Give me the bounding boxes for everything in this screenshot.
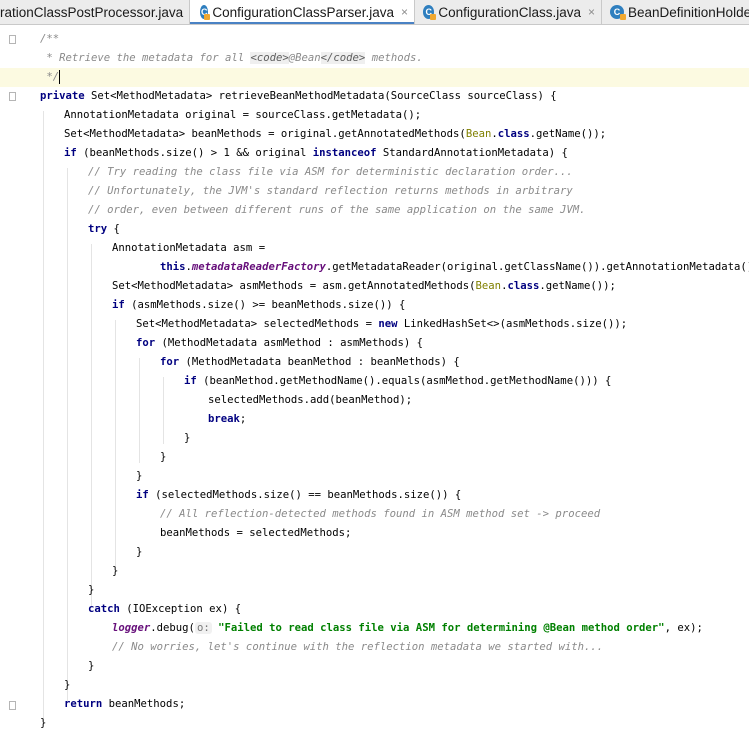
code-line: beanMethods = selectedMethods; xyxy=(160,527,352,539)
code-line: } xyxy=(184,432,191,444)
close-icon[interactable]: × xyxy=(588,5,595,19)
code-line: } xyxy=(64,679,71,691)
code-line: } xyxy=(112,565,119,577)
tab-label: BeanDefinitionHolder xyxy=(628,4,749,20)
code-line: catch (IOException ex) { xyxy=(88,603,242,615)
code-line-current: */ xyxy=(0,68,749,87)
code-line: Set<MethodMetadata> beanMethods = origin… xyxy=(64,128,607,140)
code-line: // order, even between different runs of… xyxy=(88,204,586,216)
code-line: } xyxy=(88,584,95,596)
code-line: // All reflection-detected methods found… xyxy=(160,508,601,520)
code-editor[interactable]: /** * Retrieve the metadata for all <cod… xyxy=(0,25,749,736)
code-line: } xyxy=(136,546,143,558)
code-line: this.metadataReaderFactory.getMetadataRe… xyxy=(160,261,749,273)
tab-post-processor[interactable]: rationClassPostProcessor.java × xyxy=(0,0,197,24)
code-line: } xyxy=(88,660,95,672)
code-line: } xyxy=(160,451,167,463)
parameter-hint: o: xyxy=(194,622,212,634)
code-line: break; xyxy=(208,413,247,425)
class-icon: C xyxy=(423,5,437,20)
code-line: private Set<MethodMetadata> retrieveBean… xyxy=(40,90,557,102)
code-line: // Unfortunately, the JVM's standard ref… xyxy=(88,185,573,197)
tab-bean-definition-holder[interactable]: C BeanDefinitionHolder xyxy=(602,0,749,24)
code-line: selectedMethods.add(beanMethod); xyxy=(208,394,413,406)
tab-label: rationClassPostProcessor.java xyxy=(0,4,184,20)
code-line: if (selectedMethods.size() == beanMethod… xyxy=(136,489,462,501)
code-line: if (beanMethods.size() > 1 && original i… xyxy=(64,147,568,159)
close-icon[interactable]: × xyxy=(401,5,408,19)
code-line: Set<MethodMetadata> selectedMethods = ne… xyxy=(136,318,628,330)
code-line: if (beanMethod.getMethodName().equals(as… xyxy=(184,375,612,387)
code-line: AnnotationMetadata asm = xyxy=(112,242,266,254)
text-cursor xyxy=(59,70,61,84)
code-line: for (MethodMetadata asmMethod : asmMetho… xyxy=(136,337,424,349)
code-line: return beanMethods; xyxy=(64,698,186,710)
class-icon: C xyxy=(200,5,211,20)
code-line: } xyxy=(136,470,143,482)
code-line: // Try reading the class file via ASM fo… xyxy=(88,166,573,178)
code-line: Set<MethodMetadata> asmMethods = asm.get… xyxy=(112,280,616,292)
code-line: for (MethodMetadata beanMethod : beanMet… xyxy=(160,356,460,368)
code-line: * Retrieve the metadata for all <code>@B… xyxy=(40,52,423,64)
class-icon: C xyxy=(610,5,626,20)
code-line: if (asmMethods.size() >= beanMethods.siz… xyxy=(112,299,406,311)
code-line: // No worries, let's continue with the r… xyxy=(112,641,604,653)
tab-label: ConfigurationClassParser.java xyxy=(212,4,394,20)
code-line: /** xyxy=(40,33,60,45)
code-line: try { xyxy=(88,223,120,235)
tab-configuration-class[interactable]: C ConfigurationClass.java × xyxy=(415,0,602,24)
code-line: logger.debug(o: "Failed to read class fi… xyxy=(112,622,703,634)
code-line: } xyxy=(40,717,47,729)
tab-configuration-class-parser[interactable]: C ConfigurationClassParser.java × xyxy=(190,0,415,24)
tab-label: ConfigurationClass.java xyxy=(438,4,581,20)
editor-tab-bar: rationClassPostProcessor.java × C Config… xyxy=(0,0,749,25)
code-line: AnnotationMetadata original = sourceClas… xyxy=(64,109,422,121)
